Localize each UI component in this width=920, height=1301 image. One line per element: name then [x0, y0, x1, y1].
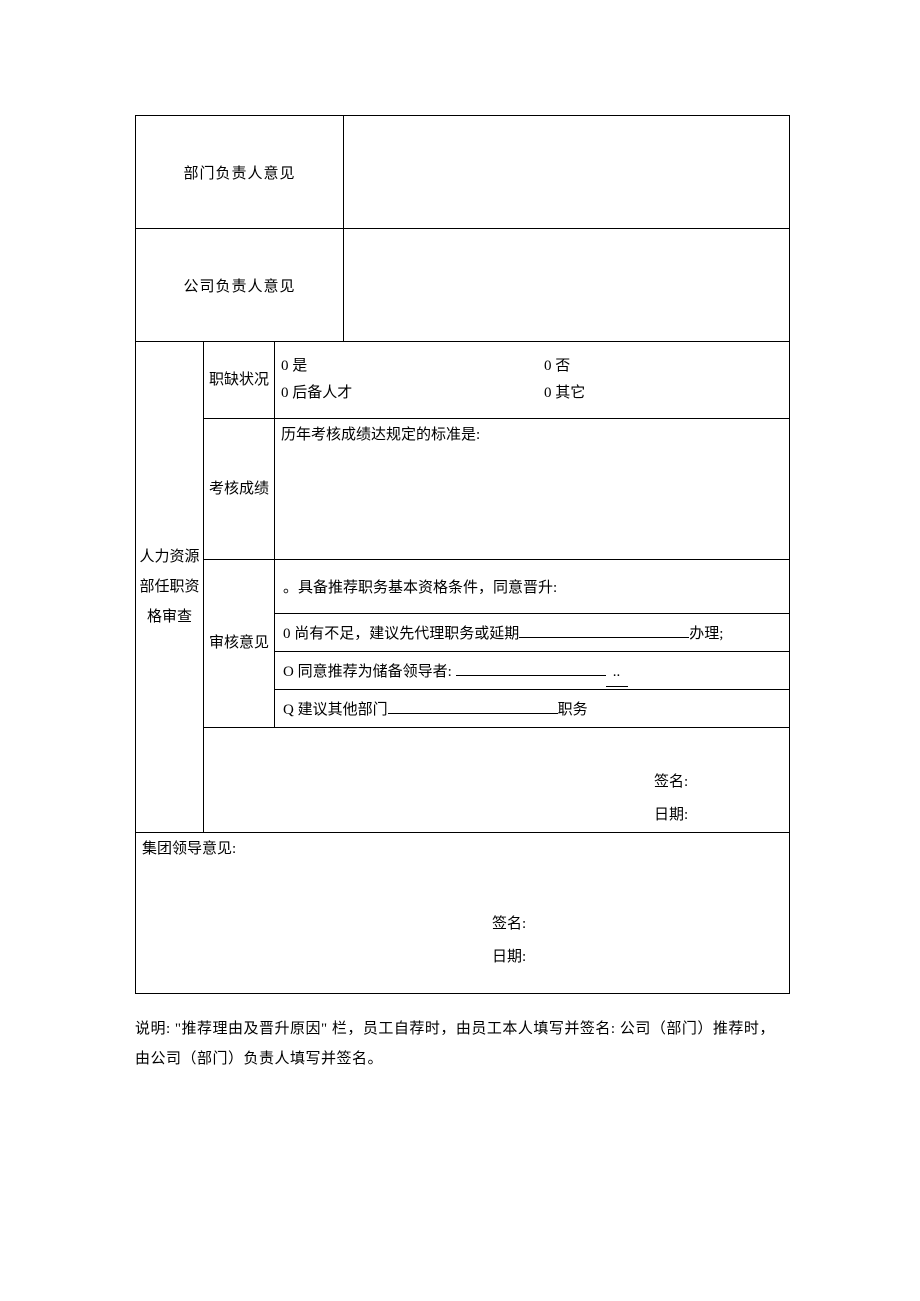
- hr-sign-block[interactable]: 签名: 日期:: [204, 727, 790, 832]
- group-leader-block[interactable]: 集团领导意见: 签名: 日期:: [136, 832, 790, 993]
- vacancy-options[interactable]: 0 是 0 否 0 后备人才 0 其它: [275, 342, 790, 419]
- form-table: 部门负责人意见 公司负责人意见 人力资源 部任职资 格审查 职缺状况 0 是 0…: [135, 115, 790, 994]
- vacancy-label: 职缺状况: [204, 342, 275, 419]
- audit-label: 审核意见: [204, 560, 275, 728]
- footer-note: 说明: "推荐理由及晋升原因" 栏，员工自荐时，由员工本人填写并签名: 公司（部…: [135, 1014, 790, 1074]
- row-company-head-value[interactable]: [344, 229, 790, 342]
- audit-options[interactable]: 。具备推荐职务基本资格条件，同意晋升: 0 尚有不足，建议先代理职务或延期办理;…: [275, 560, 790, 728]
- exam-value[interactable]: 历年考核成绩达规定的标准是:: [275, 419, 790, 560]
- row-company-head-label: 公司负责人意见: [136, 229, 344, 342]
- row-dept-head-label: 部门负责人意见: [136, 116, 344, 229]
- row-dept-head-value[interactable]: [344, 116, 790, 229]
- hr-review-label: 人力资源 部任职资 格审查: [136, 342, 204, 833]
- exam-label: 考核成绩: [204, 419, 275, 560]
